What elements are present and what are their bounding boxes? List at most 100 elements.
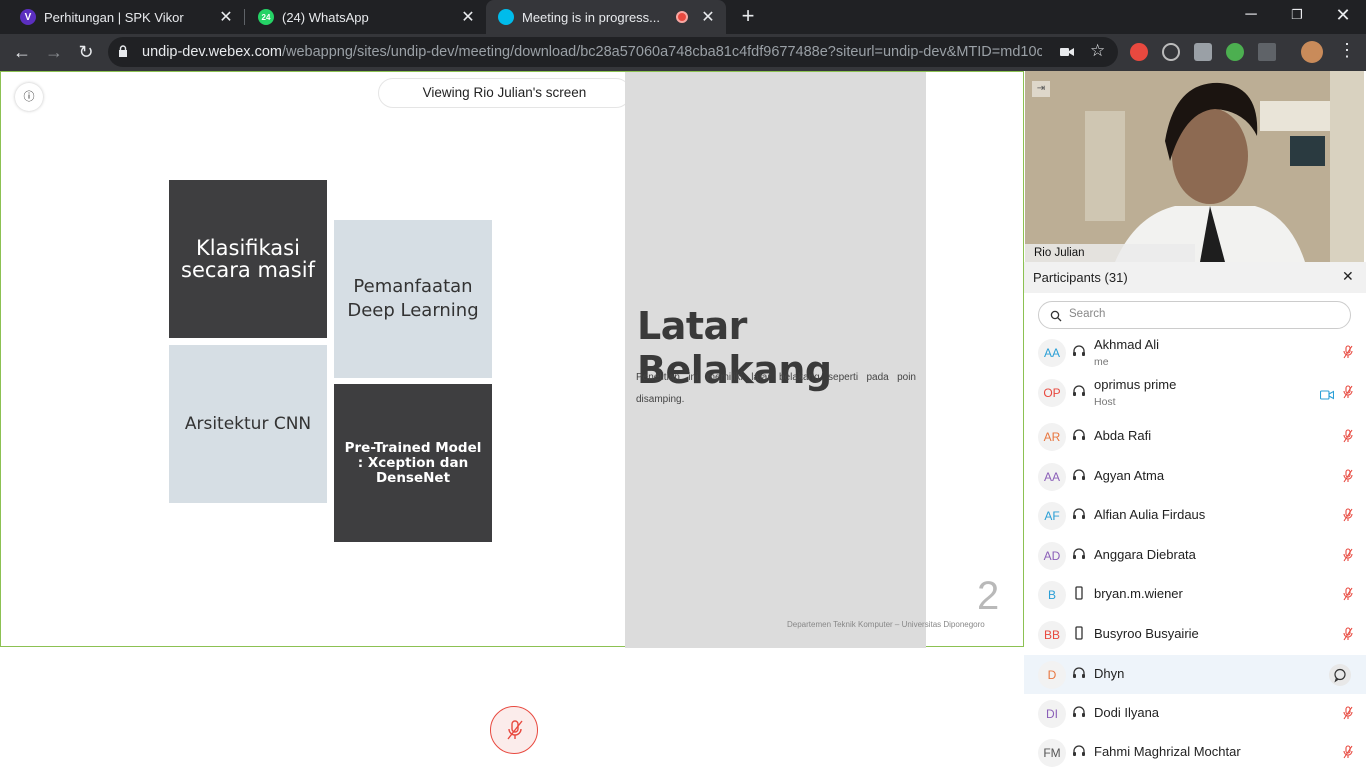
- mic-muted-icon: [1342, 548, 1354, 562]
- headset-icon: [1072, 344, 1086, 358]
- participant-role: Host: [1094, 396, 1116, 408]
- participant-row[interactable]: FM Fahmi Maghrizal Mochtar: [1024, 733, 1366, 772]
- participant-row[interactable]: AF Alfian Aulia Firdaus: [1024, 496, 1366, 535]
- participant-avatar: DI: [1038, 700, 1066, 728]
- chat-icon[interactable]: [1329, 664, 1351, 686]
- headset-icon: [1072, 547, 1086, 561]
- slide-right-panel: Latar Belakang Penelitian ini memiliki l…: [625, 72, 926, 648]
- participant-search[interactable]: [1038, 301, 1351, 329]
- participant-row[interactable]: AA Akhmad Ali me: [1024, 333, 1366, 372]
- tab-title: Perhitungan | SPK Vikor: [44, 9, 184, 25]
- tab-title: Meeting is in progress...: [522, 9, 661, 25]
- minimize-button[interactable]: ─: [1228, 0, 1274, 32]
- participant-row[interactable]: BB Busyroo Busyairie: [1024, 615, 1366, 654]
- forward-button[interactable]: →: [40, 38, 68, 66]
- participant-name: Dhyn: [1094, 666, 1125, 681]
- extension-reader-icon[interactable]: [1258, 43, 1276, 61]
- back-button[interactable]: ←: [8, 38, 36, 66]
- participant-name: Akhmad Ali: [1094, 337, 1160, 352]
- participant-name: Fahmi Maghrizal Mochtar: [1094, 744, 1241, 759]
- participant-avatar: AR: [1038, 423, 1066, 451]
- extension-cube-icon[interactable]: [1194, 43, 1212, 61]
- participant-row[interactable]: OP oprimus prime Host: [1024, 373, 1366, 412]
- info-icon[interactable]: ⓘ: [15, 83, 43, 111]
- slide-tile-cnn: Arsitektur CNN: [169, 345, 327, 503]
- close-participants-button[interactable]: ✕: [1342, 268, 1354, 285]
- phone-icon: [1072, 586, 1086, 600]
- window-close-button[interactable]: ✕: [1320, 0, 1366, 32]
- participant-row[interactable]: AR Abda Rafi: [1024, 417, 1366, 456]
- close-icon[interactable]: ✕: [458, 7, 478, 27]
- participant-avatar: OP: [1038, 379, 1066, 407]
- mute-button[interactable]: [490, 706, 538, 754]
- restore-button[interactable]: ❐: [1274, 0, 1320, 32]
- close-icon[interactable]: ✕: [216, 7, 236, 27]
- browser-tab-bar: V Perhitungan | SPK Vikor ✕ 24 (24) What…: [0, 0, 1366, 34]
- search-input[interactable]: [1069, 308, 1339, 320]
- participant-row[interactable]: Bbryan.m.wiener: [1024, 575, 1366, 614]
- mic-muted-icon: [1342, 587, 1354, 601]
- reload-button[interactable]: ↻: [72, 38, 100, 66]
- headset-icon: [1072, 384, 1086, 398]
- participant-name: Agyan Atma: [1094, 468, 1165, 483]
- mic-off-icon: [507, 720, 523, 740]
- participant-avatar: FM: [1038, 739, 1066, 767]
- mic-muted-icon: [1342, 508, 1354, 522]
- shared-screen: ⓘ Viewing Rio Julian's screen Klasifikas…: [0, 71, 1024, 648]
- collapse-video-icon[interactable]: ⇥: [1032, 81, 1050, 97]
- headset-icon: [1072, 428, 1086, 442]
- participant-row[interactable]: AD Anggara Diebrata: [1024, 536, 1366, 575]
- mic-muted-icon: [1342, 706, 1354, 720]
- participants-panel: Participants (31) ✕ AA Akhmad Ali me OP opri…: [1024, 262, 1366, 768]
- participant-name: oprimus prime: [1094, 377, 1177, 392]
- tab-spk-vikor[interactable]: V Perhitungan | SPK Vikor ✕: [0, 0, 244, 34]
- vikor-favicon-icon: V: [20, 9, 36, 25]
- participant-avatar: BB: [1038, 621, 1066, 649]
- slide-tile-pretrained: Pre-Trained Model : Xception dan DenseNe…: [334, 384, 492, 542]
- participant-avatar: AF: [1038, 502, 1066, 530]
- participant-row[interactable]: DI Dodi Ilyana: [1024, 694, 1366, 733]
- participant-avatar: D: [1038, 661, 1066, 689]
- camera-icon[interactable]: [1060, 47, 1074, 57]
- search-icon: [1050, 310, 1062, 322]
- tab-webex-meeting[interactable]: Meeting is in progress... ✕: [486, 0, 726, 34]
- participant-row[interactable]: AA Agyan Atma: [1024, 457, 1366, 496]
- profile-avatar[interactable]: [1301, 41, 1323, 63]
- address-bar[interactable]: undip-dev.webex.com/webappng/sites/undip…: [108, 37, 1118, 67]
- slide-tile-deep-learning: Pemanfaatan Deep Learning: [334, 220, 492, 378]
- tab-whatsapp[interactable]: 24 (24) WhatsApp ✕: [244, 0, 486, 34]
- participant-name: Dodi Ilyana: [1094, 705, 1160, 720]
- mic-muted-icon: [1342, 469, 1354, 483]
- whatsapp-favicon-icon: 24: [258, 9, 274, 25]
- mic-muted-icon: [1342, 627, 1354, 641]
- participant-name: Alfian Aulia Firdaus: [1094, 507, 1206, 522]
- headset-icon: [1072, 666, 1086, 680]
- participant-avatar: AA: [1038, 463, 1066, 491]
- mic-muted-icon: [1342, 385, 1354, 399]
- slide-tile-klasifikasi: Klasifikasi secara masif: [169, 180, 327, 338]
- headset-icon: [1072, 744, 1086, 758]
- participant-name: Anggara Diebrata: [1094, 547, 1196, 562]
- bookmark-star-icon[interactable]: ☆: [1090, 41, 1105, 61]
- tab-title: (24) WhatsApp: [282, 9, 369, 25]
- lock-icon: [119, 45, 127, 57]
- participant-row[interactable]: D Dhyn: [1024, 655, 1366, 694]
- slide-page-number: 2: [977, 574, 1000, 618]
- extension-globe-icon[interactable]: [1226, 43, 1244, 61]
- video-feed-image: [1025, 71, 1364, 262]
- mic-muted-icon: [1342, 429, 1354, 443]
- webex-favicon-icon: [498, 9, 514, 25]
- browser-menu-icon[interactable]: ⋮: [1338, 40, 1356, 61]
- extension-hand-icon[interactable]: [1130, 43, 1148, 61]
- participant-name: bryan.m.wiener: [1094, 586, 1183, 601]
- new-tab-button[interactable]: +: [738, 4, 758, 30]
- browser-toolbar: ← → ↻ undip-dev.webex.com/webappng/sites…: [0, 34, 1366, 71]
- participants-title: Participants (31): [1033, 270, 1128, 285]
- url-text: undip-dev.webex.com/webappng/sites/undip…: [142, 44, 1042, 60]
- slide-body: Penelitian ini memiliki latar belakang s…: [636, 372, 916, 405]
- close-icon[interactable]: ✕: [698, 7, 718, 27]
- recording-icon: [676, 11, 688, 23]
- slide-footer: Departemen Teknik Komputer – Universitas…: [787, 620, 985, 629]
- extension-clock-icon[interactable]: [1162, 43, 1180, 61]
- participant-avatar: AA: [1038, 339, 1066, 367]
